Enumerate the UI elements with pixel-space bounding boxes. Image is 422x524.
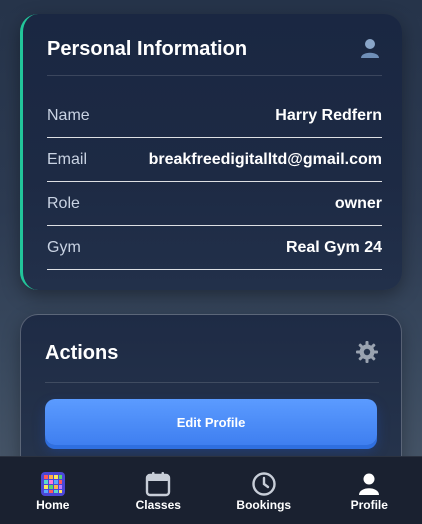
info-row-name: Name Harry Redfern (47, 94, 382, 138)
personal-info-list: Name Harry Redfern Email breakfreedigita… (47, 94, 382, 270)
info-value: Real Gym 24 (285, 239, 382, 256)
nav-label-profile: Profile (350, 498, 388, 512)
personal-info-header: Personal Information (47, 36, 382, 76)
nav-label-classes: Classes (135, 498, 181, 512)
info-label: Name (47, 107, 90, 124)
actions-title: Actions (45, 342, 119, 364)
info-row-gym: Gym Real Gym 24 (47, 226, 382, 270)
personal-info-title: Personal Information (47, 38, 248, 60)
nav-label-home: Home (36, 498, 70, 512)
actions-card: Actions Edit Profile (20, 314, 402, 474)
personal-info-card: Personal Information Name Harry Redfern … (20, 14, 402, 290)
gear-icon (356, 341, 378, 363)
info-value: Harry Redfern (275, 107, 382, 124)
info-value: owner (334, 195, 382, 212)
info-label: Email (47, 151, 88, 168)
clock-icon (252, 472, 276, 496)
nav-label-bookings: Bookings (236, 498, 292, 512)
profile-icon (359, 473, 380, 495)
nav-item-classes[interactable]: Classes (106, 457, 212, 524)
info-label: Role (47, 195, 80, 212)
nav-item-home[interactable]: Home (0, 457, 106, 524)
user-icon (361, 39, 379, 58)
home-grid-icon (40, 472, 65, 496)
info-row-email: Email breakfreedigitalltd@gmail.com (47, 138, 382, 182)
edit-profile-button[interactable]: Edit Profile (45, 399, 377, 445)
nav-item-bookings[interactable]: Bookings (211, 457, 317, 524)
info-value: breakfreedigitalltd@gmail.com (148, 151, 382, 168)
nav-item-profile[interactable]: Profile (317, 457, 422, 524)
bottom-nav: Home Classes Bookings Profile (0, 456, 422, 524)
info-row-role: Role owner (47, 182, 382, 226)
calendar-icon (146, 472, 171, 497)
actions-header: Actions (45, 337, 379, 383)
info-label: Gym (47, 239, 81, 256)
